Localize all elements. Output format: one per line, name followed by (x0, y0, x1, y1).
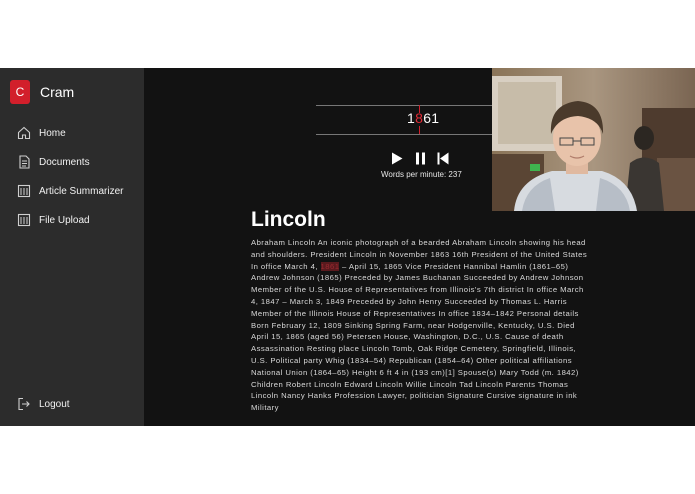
summarizer-icon (17, 184, 31, 198)
words-per-minute: Words per minute: 237 (381, 170, 462, 179)
webcam-feed (492, 68, 695, 211)
pause-icon (415, 152, 425, 164)
article-text-after: – April 15, 1865 Vice President Hannibal… (251, 261, 584, 413)
word-suffix: 61 (423, 110, 440, 126)
reader-current-word: 1861 (407, 110, 439, 126)
webcam-video (492, 68, 695, 211)
sidebar-item-label: Documents (39, 156, 90, 168)
home-icon (17, 126, 31, 140)
logout-icon (18, 397, 30, 411)
upload-icon (17, 213, 31, 227)
sidebar-item-file-upload[interactable]: File Upload (17, 213, 90, 227)
main-content: 1861 Words per minute: 237 Lincoln Abrah… (144, 68, 695, 426)
sidebar-item-documents[interactable]: Documents (17, 155, 90, 169)
restart-button[interactable] (436, 151, 450, 165)
word-pivot-letter: 8 (415, 110, 424, 126)
app-name: Cram (40, 84, 75, 100)
pause-button[interactable] (413, 151, 427, 165)
brand: C Cram (10, 80, 74, 104)
article-title: Lincoln (251, 208, 326, 231)
sidebar-item-label: Home (39, 127, 66, 139)
sidebar-item-article-summarizer[interactable]: Article Summarizer (17, 184, 123, 198)
play-icon (392, 152, 403, 164)
skip-back-icon (437, 152, 449, 164)
play-button[interactable] (390, 151, 404, 165)
app-logo: C (10, 80, 30, 104)
word-prefix: 1 (407, 110, 416, 126)
focus-marker-bottom (419, 126, 420, 134)
reader-controls (390, 151, 459, 165)
logout-button[interactable]: Logout (17, 397, 70, 411)
sidebar: C Cram Home Documents Article Summarizer (0, 68, 144, 426)
sidebar-item-label: File Upload (39, 214, 90, 226)
current-word-highlight: 1861 (320, 261, 340, 271)
sidebar-item-label: Article Summarizer (39, 185, 124, 197)
app-window: C Cram Home Documents Article Summarizer (0, 68, 695, 426)
sidebar-item-home[interactable]: Home (17, 126, 66, 140)
app-logo-letter: C (15, 85, 25, 99)
logout-label: Logout (39, 398, 70, 410)
document-icon (19, 155, 30, 169)
article-body: Abraham Lincoln An iconic photograph of … (251, 237, 593, 414)
